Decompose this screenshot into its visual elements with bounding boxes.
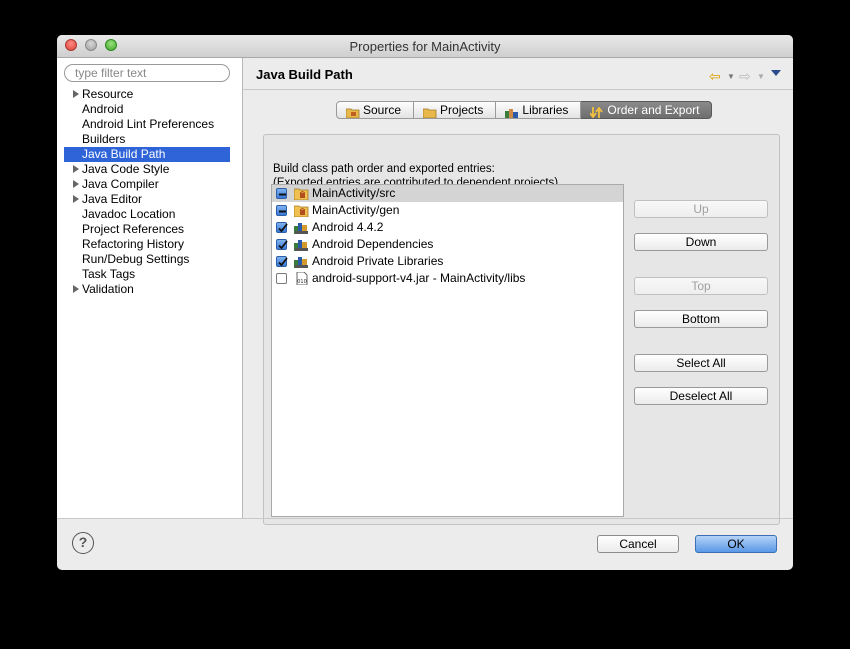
sidebar-item-label: Run/Debug Settings: [82, 252, 190, 266]
down-button[interactable]: Down: [634, 233, 768, 251]
jar-icon: 010: [294, 271, 309, 286]
cancel-button[interactable]: Cancel: [597, 535, 679, 553]
sidebar-item-label: Android Lint Preferences: [82, 117, 215, 131]
expand-arrow-icon[interactable]: [73, 195, 79, 203]
sidebar-item-java-compiler[interactable]: Java Compiler: [57, 177, 242, 192]
sidebar-item-label: Task Tags: [82, 267, 136, 281]
tab-label: Source: [363, 103, 402, 117]
sidebar-item-label: Android: [82, 102, 124, 116]
bottom-button[interactable]: Bottom: [634, 310, 768, 328]
entry-label: MainActivity/src: [312, 186, 396, 200]
tab-bar: Source Projects Libraries Order and Export: [336, 101, 713, 119]
list-item[interactable]: 010 android-support-v4.jar - MainActivity…: [272, 270, 623, 287]
top-button[interactable]: Top: [634, 277, 768, 295]
title-bar: Properties for MainActivity: [57, 35, 793, 58]
sidebar-item-label: Java Editor: [82, 192, 143, 206]
sidebar-item-java-code-style[interactable]: Java Code Style: [57, 162, 242, 177]
tab-label: Projects: [440, 103, 484, 117]
sidebar-item-android[interactable]: Android: [57, 102, 242, 117]
deselect-all-button[interactable]: Deselect All: [634, 387, 768, 405]
sidebar-item-java-editor[interactable]: Java Editor: [57, 192, 242, 207]
sidebar-item-label: Java Code Style: [82, 162, 170, 176]
sidebar-item-resource[interactable]: Resource: [57, 87, 242, 102]
sidebar-item-validation[interactable]: Validation: [57, 282, 242, 297]
sidebar-item-javadoc-location[interactable]: Javadoc Location: [57, 207, 242, 222]
filter-input[interactable]: [64, 64, 230, 82]
folder-icon: [422, 105, 437, 118]
sidebar-item-builders[interactable]: Builders: [57, 132, 242, 147]
back-arrow-icon[interactable]: ⇦: [709, 68, 721, 85]
tab-label: Order and Export: [607, 103, 700, 117]
source-folder-icon: [293, 187, 309, 201]
description-line-1: Build class path order and exported entr…: [273, 163, 495, 175]
sidebar-item-android-lint-preferences[interactable]: Android Lint Preferences: [57, 117, 242, 132]
expand-arrow-icon[interactable]: [73, 165, 79, 173]
ok-button[interactable]: OK: [695, 535, 777, 553]
header-divider: [243, 89, 793, 90]
list-item[interactable]: MainActivity/gen: [272, 202, 623, 219]
sidebar-item-label: Javadoc Location: [82, 207, 176, 221]
forward-arrow-icon[interactable]: ⇨: [739, 68, 751, 85]
footer-divider: [57, 518, 793, 519]
forward-history-dropdown-icon[interactable]: ▼: [757, 72, 765, 81]
content-pane: Java Build Path ⇦ ▼ ⇨ ▼ Source Projects Li…: [243, 58, 793, 525]
page-title: Java Build Path: [256, 67, 353, 82]
sidebar: ResourceAndroidAndroid Lint PreferencesB…: [57, 58, 243, 518]
sidebar-item-task-tags[interactable]: Task Tags: [57, 267, 242, 282]
classpath-entries-list[interactable]: MainActivity/src MainActivity/gen Android …: [271, 184, 624, 517]
export-checkbox[interactable]: [276, 256, 288, 267]
export-checkbox[interactable]: [276, 188, 287, 199]
sidebar-item-label: Project References: [82, 222, 185, 236]
library-icon: [505, 105, 519, 118]
sidebar-item-label: Java Build Path: [82, 147, 166, 161]
folder-package-icon: [345, 105, 360, 118]
list-item[interactable]: MainActivity/src: [272, 185, 623, 202]
source-folder-icon: [293, 204, 309, 218]
properties-dialog: Properties for MainActivity ResourceAndr…: [57, 35, 793, 570]
entry-label: Android Dependencies: [312, 237, 434, 251]
list-item[interactable]: Android Dependencies: [272, 236, 623, 253]
entry-label: Android 4.4.2: [312, 220, 384, 234]
expand-arrow-icon[interactable]: [73, 180, 79, 188]
sidebar-item-label: Validation: [82, 282, 134, 296]
export-checkbox[interactable]: [276, 222, 288, 233]
sidebar-item-refactoring-history[interactable]: Refactoring History: [57, 237, 242, 252]
tab-label: Libraries: [522, 103, 569, 117]
export-checkbox[interactable]: [276, 205, 287, 216]
entry-label: MainActivity/gen: [312, 203, 400, 217]
view-menu-icon[interactable]: [771, 70, 781, 76]
entry-label: Android Private Libraries: [312, 254, 444, 268]
help-icon[interactable]: ?: [72, 532, 94, 554]
list-item[interactable]: Android 4.4.2: [272, 219, 623, 236]
list-item[interactable]: Android Private Libraries: [272, 253, 623, 270]
library-icon: [294, 255, 309, 268]
export-checkbox[interactable]: [276, 273, 287, 284]
window-title: Properties for MainActivity: [349, 39, 501, 54]
sidebar-item-run-debug-settings[interactable]: Run/Debug Settings: [57, 252, 242, 267]
sidebar-item-label: Java Compiler: [82, 177, 159, 191]
tab-libraries[interactable]: Libraries: [496, 101, 582, 119]
expand-arrow-icon[interactable]: [73, 90, 79, 98]
back-history-dropdown-icon[interactable]: ▼: [727, 72, 735, 81]
tab-source[interactable]: Source: [336, 101, 415, 119]
tab-order-and-export[interactable]: Order and Export: [581, 101, 713, 119]
sidebar-item-label: Builders: [82, 132, 126, 146]
tab-projects[interactable]: Projects: [414, 101, 497, 119]
select-all-button[interactable]: Select All: [634, 354, 768, 372]
entry-label: android-support-v4.jar - MainActivity/li…: [312, 271, 526, 285]
library-icon: [294, 221, 309, 234]
svg-text:010: 010: [297, 279, 307, 285]
sidebar-item-label: Resource: [82, 87, 134, 101]
property-tree: Resource Android Android Lint Preferences B…: [57, 87, 242, 297]
export-checkbox[interactable]: [276, 239, 288, 250]
up-button[interactable]: Up: [634, 200, 768, 218]
sidebar-item-java-build-path[interactable]: Java Build Path: [64, 147, 230, 162]
expand-arrow-icon[interactable]: [73, 285, 79, 293]
sidebar-item-project-references[interactable]: Project References: [57, 222, 242, 237]
library-icon: [294, 238, 309, 251]
order-export-icon: [589, 105, 604, 118]
sidebar-item-label: Refactoring History: [82, 237, 185, 251]
